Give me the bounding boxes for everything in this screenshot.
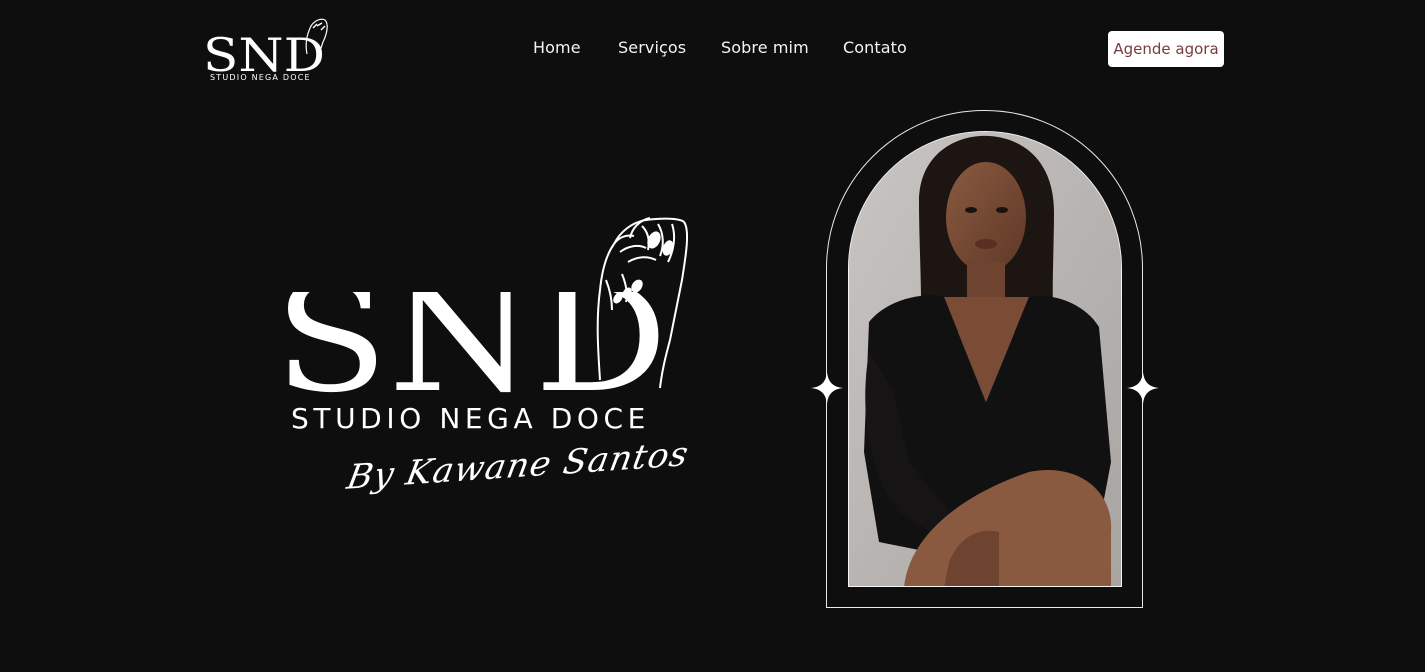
nav-home[interactable]: Home — [533, 38, 581, 57]
schedule-button[interactable]: Agende agora — [1108, 31, 1224, 67]
sparkle-icon — [811, 372, 843, 404]
hero-subtitle: STUDIO NEGA DOCE — [291, 402, 650, 435]
nav-servicos[interactable]: Serviços — [618, 38, 686, 57]
nav-contato[interactable]: Contato — [843, 38, 907, 57]
header-logo[interactable]: SND STUDIO NEGA DOCE — [203, 16, 333, 86]
header-logo-mark: SND STUDIO NEGA DOCE — [203, 18, 328, 82]
page: SND STUDIO NEGA DOCE Home Serviços Sobre… — [0, 0, 1425, 672]
portrait-photo — [848, 131, 1122, 587]
sparkle-icon — [1127, 372, 1159, 404]
site-header: SND STUDIO NEGA DOCE Home Serviços Sobre… — [0, 0, 1425, 100]
woman-portrait-icon — [849, 132, 1121, 586]
header-logo-tagline: STUDIO NEGA DOCE — [210, 73, 311, 82]
hero-logo-letters: SND — [274, 252, 668, 426]
nav-sobre-mim[interactable]: Sobre mim — [721, 38, 809, 57]
